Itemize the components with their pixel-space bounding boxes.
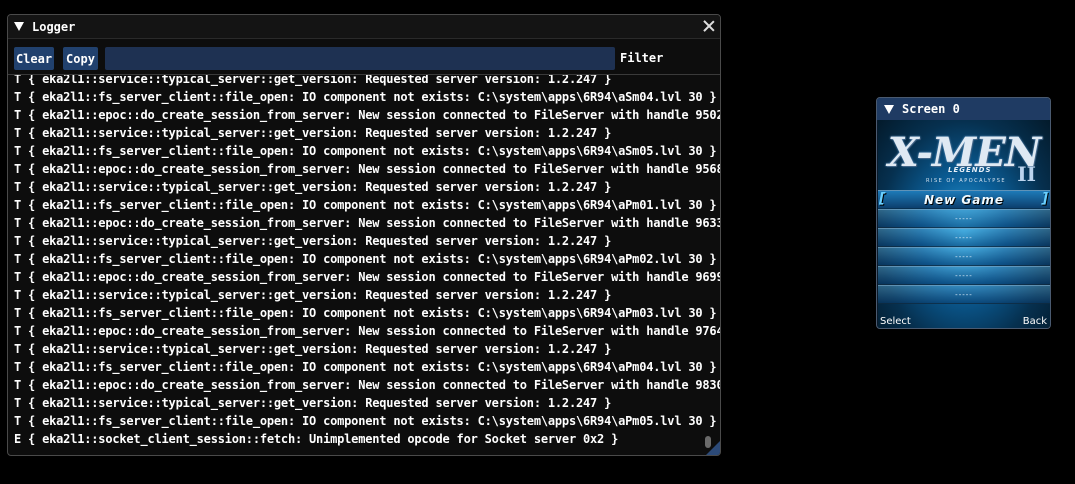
- log-line: T { eka2l1::fs_server_client::file_open:…: [14, 414, 717, 428]
- game-screen[interactable]: X-MEN LEGENDS II RISE OF APOCALYPSE [ Ne…: [878, 120, 1050, 328]
- log-line: T { eka2l1::service::typical_server::get…: [14, 396, 612, 410]
- log-line: T { eka2l1::fs_server_client::file_open:…: [14, 306, 717, 320]
- copy-button[interactable]: Copy: [63, 47, 98, 70]
- resize-grip-icon[interactable]: [706, 441, 720, 455]
- bracket-right-icon: ]: [1041, 191, 1049, 207]
- logo-subtitle: LEGENDS: [948, 166, 992, 174]
- log-line: T { eka2l1::fs_server_client::file_open:…: [14, 90, 717, 104]
- logger-window: Logger Clear Copy Filter T { eka2l1::ser…: [7, 14, 721, 456]
- log-line: T { eka2l1::fs_server_client::file_open:…: [14, 252, 717, 266]
- clear-button[interactable]: Clear: [14, 47, 54, 70]
- log-line: T { eka2l1::epoc::do_create_session_from…: [14, 378, 721, 392]
- log-line: T { eka2l1::epoc::do_create_session_from…: [14, 162, 721, 176]
- menu-item[interactable]: -----: [878, 228, 1050, 247]
- menu-item-label: New Game: [923, 192, 1005, 207]
- log-line: T { eka2l1::fs_server_client::file_open:…: [14, 360, 717, 374]
- logo-tagline: RISE OF APOCALYPSE: [926, 178, 1007, 184]
- log-line: E { eka2l1::socket_client_session::fetch…: [14, 432, 619, 446]
- log-area[interactable]: T { eka2l1::service::typical_server::get…: [8, 75, 721, 455]
- menu-item[interactable]: -----: [878, 247, 1050, 266]
- menu-item[interactable]: -----: [878, 285, 1050, 304]
- screen-title: Screen 0: [902, 102, 960, 116]
- log-line: T { eka2l1::fs_server_client::file_open:…: [14, 198, 717, 212]
- log-line: T { eka2l1::service::typical_server::get…: [14, 75, 612, 86]
- filter-input[interactable]: [105, 47, 615, 70]
- softkey-select[interactable]: Select: [880, 316, 911, 327]
- log-line: T { eka2l1::epoc::do_create_session_from…: [14, 270, 721, 284]
- collapse-arrow-icon[interactable]: [14, 22, 24, 31]
- log-line: T { eka2l1::epoc::do_create_session_from…: [14, 324, 721, 338]
- log-line: T { eka2l1::epoc::do_create_session_from…: [14, 216, 721, 230]
- logger-toolbar: Clear Copy Filter: [8, 39, 720, 70]
- log-line: T { eka2l1::epoc::do_create_session_from…: [14, 108, 721, 122]
- logger-titlebar[interactable]: Logger: [8, 15, 720, 39]
- softkey-back[interactable]: Back: [1023, 316, 1047, 327]
- close-icon[interactable]: [702, 19, 716, 33]
- log-line: T { eka2l1::service::typical_server::get…: [14, 342, 612, 356]
- collapse-arrow-icon[interactable]: [884, 104, 894, 114]
- logo-numeral: II: [1017, 162, 1036, 186]
- screen-window: Screen 0 X-MEN LEGENDS II RISE OF APOCAL…: [876, 97, 1051, 329]
- log-line: T { eka2l1::service::typical_server::get…: [14, 180, 612, 194]
- bracket-left-icon: [: [879, 191, 887, 207]
- log-line: T { eka2l1::service::typical_server::get…: [14, 126, 612, 140]
- filter-label: Filter: [620, 51, 664, 65]
- log-line: T { eka2l1::fs_server_client::file_open:…: [14, 144, 717, 158]
- menu-item[interactable]: -----: [878, 266, 1050, 285]
- screen-titlebar[interactable]: Screen 0: [877, 98, 1050, 120]
- logger-title: Logger: [32, 19, 76, 34]
- log-line: T { eka2l1::service::typical_server::get…: [14, 288, 612, 302]
- menu-item-new-game[interactable]: [ New Game ]: [878, 190, 1050, 209]
- game-logo: X-MEN LEGENDS II RISE OF APOCALYPSE: [886, 130, 1042, 187]
- log-line: T { eka2l1::service::typical_server::get…: [14, 234, 612, 248]
- menu-item[interactable]: -----: [878, 209, 1050, 228]
